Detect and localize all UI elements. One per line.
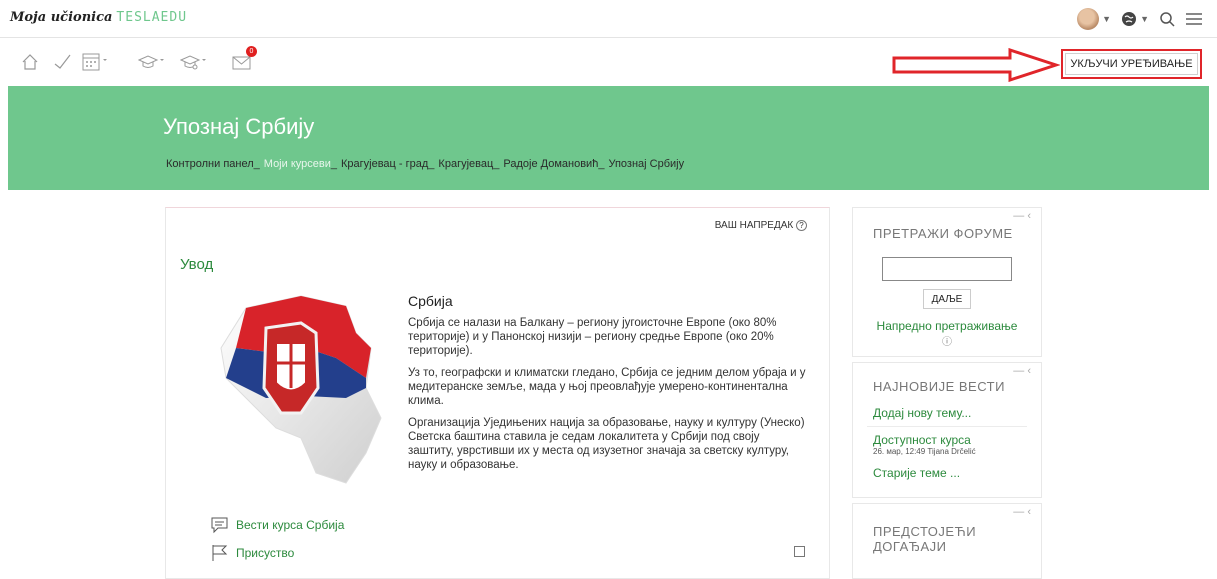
activity-link[interactable]: Вести курса Србија xyxy=(236,518,344,532)
course-header: Упознај Србију Контролни панел _ Моји кур… xyxy=(8,86,1209,190)
breadcrumb: Контролни панел _ Моји курсеви _ Крагујева… xyxy=(166,158,685,170)
search-forums-block: — ‹ ПРЕТРАЖИ ФОРУМЕ ДАЉЕ Напредно претра… xyxy=(852,207,1042,357)
annotation-arrow xyxy=(892,48,1060,82)
block-title: ПРЕТРАЖИ ФОРУМЕ xyxy=(873,226,1013,241)
breadcrumb-item[interactable]: Упознај Србију xyxy=(608,158,684,170)
block-controls[interactable]: — ‹ xyxy=(1013,365,1031,377)
breadcrumb-item[interactable]: Крагујевац - град xyxy=(341,158,428,170)
brand-name: Moja učionica xyxy=(10,10,113,25)
breadcrumb-item[interactable]: Радоје Домановић xyxy=(503,158,598,170)
news-item-meta: 26. мар, 12:49 Tijana Drčelić xyxy=(873,447,976,456)
site-logo[interactable]: Moja učionica TESLAEDU xyxy=(10,10,187,25)
completion-checkbox[interactable] xyxy=(794,546,805,557)
home-icon[interactable] xyxy=(20,51,40,73)
news-item-title[interactable]: Доступност курса xyxy=(873,433,1041,447)
block-controls[interactable]: — ‹ xyxy=(1013,210,1031,222)
user-menu[interactable]: ▼ xyxy=(1077,8,1111,30)
check-icon[interactable] xyxy=(52,51,72,73)
latest-news-block: — ‹ НАЈНОВИЈЕ ВЕСТИ Додај нову тему... Д… xyxy=(852,362,1042,498)
progress-label: ВАШ НАПРЕДАК ? xyxy=(715,220,807,231)
forum-search-input[interactable] xyxy=(882,257,1012,281)
summary-paragraph: Уз то, географски и климатски гледано, С… xyxy=(408,367,806,407)
flag-icon xyxy=(212,545,228,561)
breadcrumb-item[interactable]: Моји курсеви xyxy=(264,158,331,170)
progress-text: ВАШ НАПРЕДАК xyxy=(714,220,794,231)
divider xyxy=(867,426,1027,427)
graduation-cap-icon[interactable] xyxy=(138,51,166,73)
activity-attendance[interactable]: Присуство xyxy=(210,544,294,562)
activity-news-forum[interactable]: Вести курса Србија xyxy=(210,516,344,534)
forum-icon xyxy=(211,517,228,534)
brand-suffix: TESLAEDU xyxy=(116,10,188,25)
help-icon[interactable]: ⓘ xyxy=(853,333,1041,348)
top-navbar: Moja učionica TESLAEDU ▼ ▼ xyxy=(0,0,1217,38)
user-controls: ▼ ▼ xyxy=(1077,8,1203,30)
chevron-down-icon: ▼ xyxy=(1140,14,1149,24)
avatar[interactable] xyxy=(1077,8,1100,30)
activity-link[interactable]: Присуство xyxy=(236,546,294,560)
language-menu[interactable]: ▼ xyxy=(1121,11,1149,27)
hamburger-icon[interactable] xyxy=(1185,11,1203,27)
course-content: ВАШ НАПРЕДАК ? Увод Србија Србија се нал… xyxy=(165,207,830,579)
older-topics-link[interactable]: Старије теме ... xyxy=(873,466,1041,480)
block-controls[interactable]: — ‹ xyxy=(1013,506,1031,518)
breadcrumb-item[interactable]: Крагујевац xyxy=(438,158,493,170)
breadcrumb-item[interactable]: Контролни панел xyxy=(166,158,254,170)
graduation-cap-settings-icon[interactable] xyxy=(180,51,208,73)
chevron-down-icon: ▼ xyxy=(1102,14,1112,24)
help-icon[interactable]: ? xyxy=(796,220,807,231)
block-title: ПРЕДСТОЈЕЋИ ДОГАЂАЈИ xyxy=(873,524,977,554)
add-topic-link[interactable]: Додај нову тему... xyxy=(873,406,1041,420)
message-count-badge: 0 xyxy=(246,46,257,57)
section-title[interactable]: Увод xyxy=(180,256,213,273)
globe-icon xyxy=(1122,12,1137,26)
block-title: НАЈНОВИЈЕ ВЕСТИ xyxy=(873,379,1005,394)
upcoming-events-block: — ‹ ПРЕДСТОЈЕЋИ ДОГАЂАЈИ xyxy=(852,503,1042,579)
serbia-map-image xyxy=(220,295,382,484)
page-title: Упознај Србију xyxy=(163,114,315,139)
summary-paragraph: Србија се налази на Балкану – региону ју… xyxy=(408,317,777,357)
search-icon[interactable] xyxy=(1159,11,1175,27)
edit-mode-button[interactable]: УКЉУЧИ УРЕЂИВАЊЕ xyxy=(1061,49,1202,79)
search-go-button[interactable]: ДАЉЕ xyxy=(923,289,971,309)
course-summary: Србија Србија се налази на Балкану – рег… xyxy=(408,294,808,480)
summary-title: Србија xyxy=(408,293,453,309)
summary-paragraph: Организација Уједињених нација за образо… xyxy=(408,417,805,471)
advanced-search-link[interactable]: Напредно претраживање xyxy=(853,319,1041,333)
envelope-icon[interactable]: 0 xyxy=(232,46,257,73)
calendar-icon[interactable] xyxy=(82,51,108,73)
